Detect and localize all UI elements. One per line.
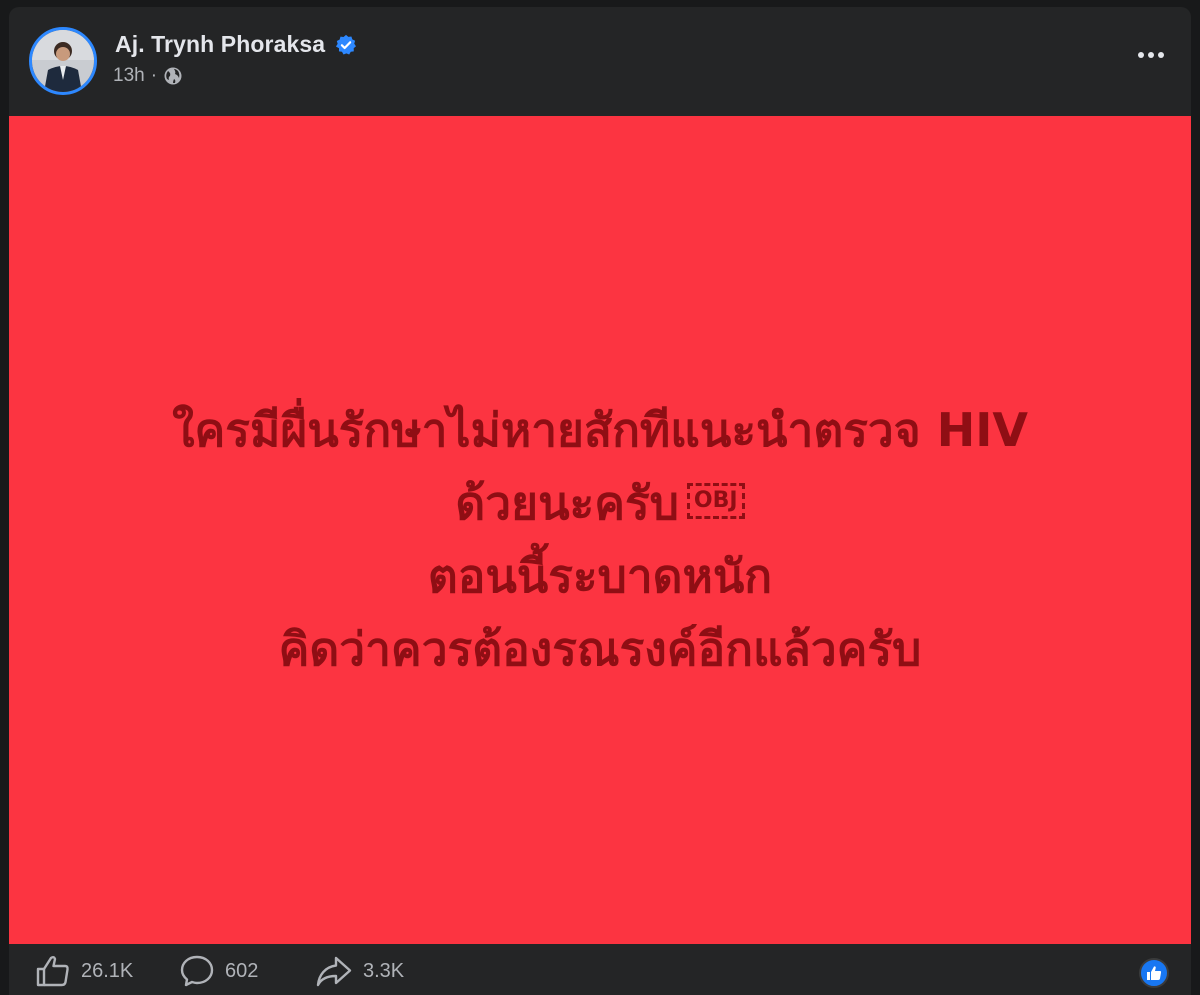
author-avatar[interactable] <box>29 27 97 95</box>
post-meta: 13h · <box>113 65 183 87</box>
image-text-line-2-text: ด้วยนะครับ <box>455 476 679 530</box>
post-timestamp[interactable]: 13h <box>113 65 145 87</box>
more-dot <box>1148 52 1154 58</box>
author-name[interactable]: Aj. Trynh Phoraksa <box>115 31 325 58</box>
comment-action[interactable]: 602 <box>179 954 258 988</box>
globe-icon[interactable] <box>163 66 183 86</box>
post-footer: 26.1K 602 3.3K <box>9 944 1191 995</box>
post-card: Aj. Trynh Phoraksa 13h · ใครมีผื่นรักษาไ… <box>9 7 1191 995</box>
post-image[interactable]: ใครมีผื่นรักษาไม่หายสักทีแนะนำตรวจ HIV ด… <box>9 116 1191 944</box>
avatar-image <box>32 30 94 92</box>
comment-icon <box>180 955 214 987</box>
more-options-button[interactable] <box>1129 37 1173 73</box>
like-reaction-icon[interactable] <box>1139 958 1169 988</box>
post-image-text: ใครมีผื่นรักษาไม่หายสักทีแนะนำตรวจ HIV ด… <box>172 394 1028 686</box>
share-action[interactable]: 3.3K <box>315 954 404 988</box>
like-count: 26.1K <box>81 959 134 982</box>
image-text-line-2: ด้วยนะครับ OBJ <box>172 467 1028 540</box>
image-text-line-4: คิดว่าควรต้องรณรงค์อีกแล้วครับ <box>278 622 922 676</box>
more-options-icon <box>1138 52 1144 58</box>
share-count: 3.3K <box>363 959 405 982</box>
image-text-line-1: ใครมีผื่นรักษาไม่หายสักทีแนะนำตรวจ HIV <box>172 403 1028 457</box>
share-icon <box>316 956 352 987</box>
post-header: Aj. Trynh Phoraksa 13h · <box>9 7 1191 113</box>
author-line: Aj. Trynh Phoraksa <box>115 31 357 58</box>
like-reaction-thumb <box>1147 966 1162 980</box>
obj-placeholder-glyph: OBJ <box>686 482 745 519</box>
like-action[interactable]: 26.1K <box>35 954 133 988</box>
meta-separator: · <box>150 65 158 86</box>
thumbs-up-icon <box>36 956 69 987</box>
comment-count: 602 <box>225 959 259 982</box>
image-text-line-3: ตอนนี้ระบาดหนัก <box>427 549 773 603</box>
more-dot <box>1158 52 1164 58</box>
verified-badge-icon <box>335 34 357 56</box>
